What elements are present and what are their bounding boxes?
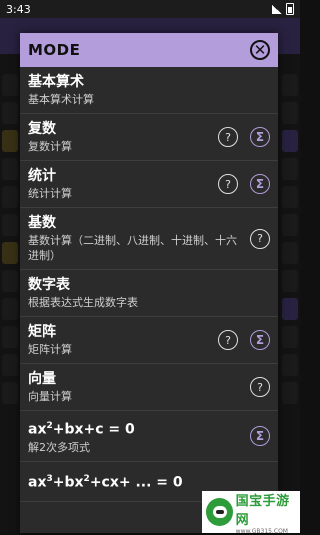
mode-item[interactable]: 向量向量计算? — [20, 364, 278, 411]
mode-item-subtitle: 向量计算 — [28, 390, 72, 403]
mode-item-title: ax2+bx+c = 0 — [28, 417, 246, 439]
equation-part: +bx — [52, 474, 84, 491]
close-icon[interactable]: ✕ — [250, 40, 270, 60]
mode-item-subtitle: 基数计算（二进制、八进制、十进制、十六进制） — [28, 234, 237, 262]
battery-icon — [286, 3, 294, 15]
question-circle-icon[interactable]: ? — [218, 127, 238, 147]
status-bar: 3:43 — [0, 0, 300, 18]
mode-item-title: 向量 — [28, 371, 56, 387]
mode-item-text: 矩阵 矩阵计算 — [28, 323, 218, 357]
dialog-header: MODE ✕ — [20, 33, 278, 67]
mode-item-text: ax3+bx2+cx+ ... = 0 — [28, 470, 270, 492]
mode-item-text: 复数 复数计算 — [28, 120, 218, 154]
equation-part: +bx+c = 0 — [52, 421, 135, 438]
watermark: 国宝手游网 www.GB315.COM — [202, 491, 300, 535]
mode-item-subtitle: 复数计算 — [28, 140, 72, 153]
sigma-circle-icon[interactable]: Σ — [250, 425, 270, 446]
mode-item-title: 统计 — [28, 168, 56, 184]
mode-item-title: 数字表 — [28, 277, 70, 293]
mode-item-subtitle: 解2次多项式 — [28, 440, 90, 454]
equation-part: ax — [28, 421, 47, 438]
sigma-circle-icon[interactable]: Σ — [250, 174, 270, 194]
equation-part: +cx+ ... = 0 — [89, 474, 183, 491]
dialog-title: MODE — [28, 41, 81, 59]
mode-item[interactable]: 统计统计计算? Σ — [20, 161, 278, 208]
watermark-url: www.GB315.COM — [235, 527, 288, 535]
mode-item-text: ax2+bx+c = 0 解2次多项式 — [28, 417, 250, 455]
mode-item-text: 基本算术基本算术计算 — [28, 73, 270, 107]
status-icons — [272, 3, 294, 15]
sigma-circle-icon[interactable]: Σ — [250, 127, 270, 147]
mode-item-text: 统计 统计计算 — [28, 167, 218, 201]
mode-item-title: ax3+bx2+cx+ ... = 0 — [28, 470, 266, 492]
mode-item-subtitle: 统计计算 — [28, 187, 72, 200]
mode-item[interactable]: 复数复数计算? Σ — [20, 114, 278, 161]
mode-item-title: 复数 — [28, 121, 56, 137]
mode-item-subtitle: 基本算术计算 — [28, 93, 94, 106]
mode-dialog: MODE ✕ 基本算术 基本算术计算 复数 复数计算? Σ 统计 统计计算? Σ 基数 基数计算（… — [20, 33, 278, 533]
question-circle-icon[interactable]: ? — [218, 174, 238, 194]
mode-item-title: 基本算术 — [28, 74, 84, 90]
mode-item[interactable]: 基本算术基本算术计算 — [20, 67, 278, 114]
mode-item-text: 基数基数计算（二进制、八进制、十进制、十六进制） — [28, 214, 250, 263]
status-time: 3:43 — [6, 2, 31, 16]
signal-icon — [272, 4, 282, 14]
equation-part: ax — [28, 474, 47, 491]
mode-item-title: 基数 — [28, 215, 56, 231]
question-circle-icon[interactable]: ? — [250, 228, 270, 249]
watermark-title: 国宝手游网 — [235, 493, 290, 528]
mode-item[interactable]: ax2+bx+c = 0 解2次多项式 Σ — [20, 411, 278, 462]
mode-item-subtitle: 矩阵计算 — [28, 343, 72, 356]
question-circle-icon[interactable]: ? — [218, 330, 238, 350]
panda-logo-icon — [206, 498, 233, 526]
mode-item-text: 数字表根据表达式生成数字表 — [28, 276, 270, 310]
mode-item-title: 矩阵 — [28, 324, 56, 340]
mode-item-text: 向量 向量计算 — [28, 370, 250, 404]
mode-item[interactable]: 矩阵矩阵计算? Σ — [20, 317, 278, 364]
mode-list: 基本算术 基本算术计算 复数 复数计算? Σ 统计 统计计算? Σ 基数 基数计算（二进制、八进制… — [20, 67, 278, 502]
sigma-circle-icon[interactable]: Σ — [250, 330, 270, 350]
mode-item[interactable]: 基数基数计算（二进制、八进制、十进制、十六进制）? — [20, 208, 278, 270]
question-circle-icon[interactable]: ? — [250, 377, 270, 397]
mode-item-subtitle: 根据表达式生成数字表 — [28, 296, 138, 309]
mode-item[interactable]: 数字表根据表达式生成数字表 — [20, 270, 278, 317]
